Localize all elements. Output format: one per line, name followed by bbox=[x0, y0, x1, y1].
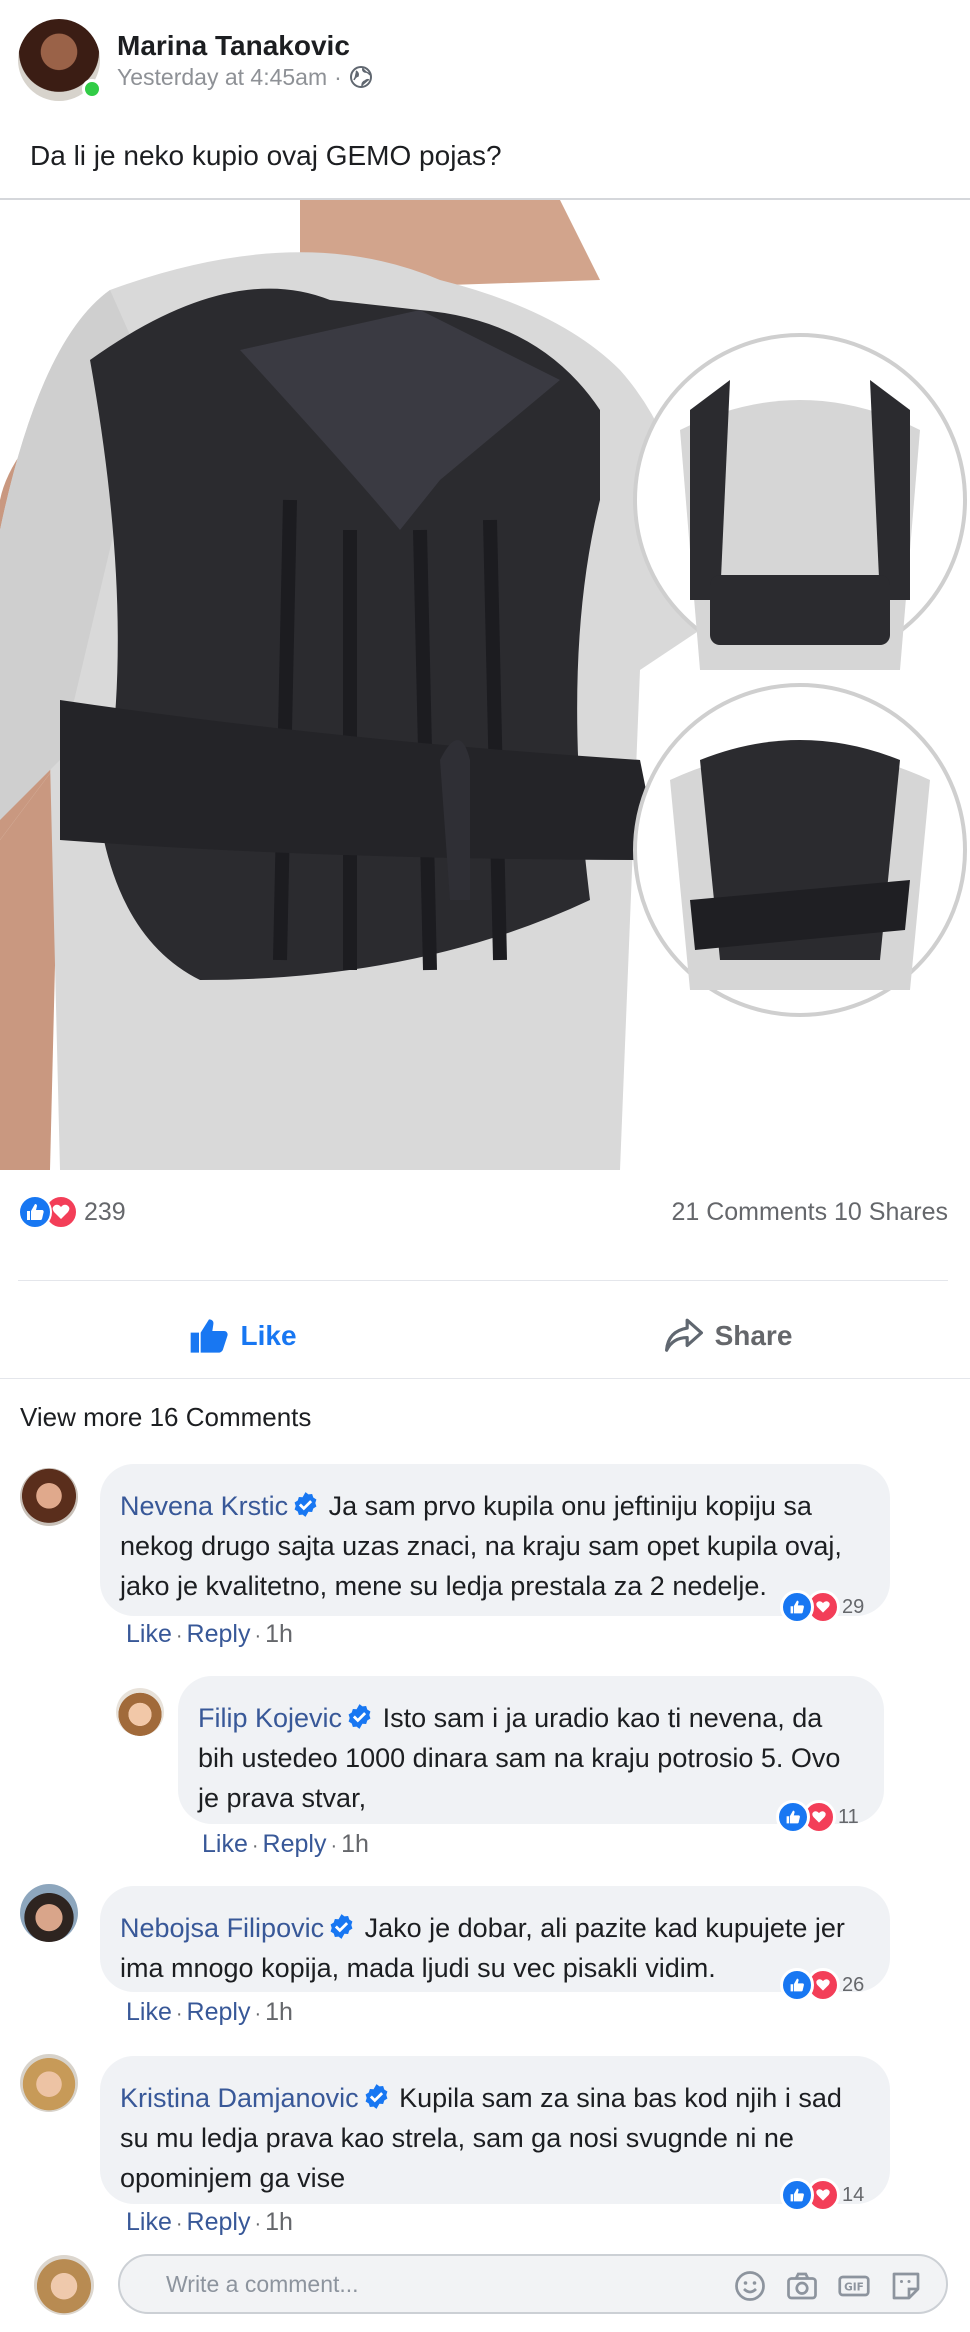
svg-text:GIF: GIF bbox=[844, 2282, 864, 2294]
verified-badge-icon bbox=[330, 1914, 353, 1939]
write-comment-row: Write a comment... GIF bbox=[34, 2254, 954, 2316]
post-image[interactable] bbox=[0, 200, 970, 1170]
commenter-name[interactable]: Kristina Damjanovic bbox=[120, 2083, 359, 2113]
comment-like-link[interactable]: Like bbox=[126, 1620, 172, 1648]
commenter-name[interactable]: Filip Kojevic bbox=[198, 1703, 342, 1733]
comment-like-link[interactable]: Like bbox=[126, 1998, 172, 2026]
share-arrow-icon bbox=[664, 1318, 703, 1352]
comment-bubble: Nebojsa Filipovic Jako je dobar, ali paz… bbox=[100, 1886, 890, 1992]
share-button[interactable]: Share bbox=[485, 1300, 970, 1372]
verified-badge-icon bbox=[348, 1704, 371, 1729]
like-reaction-icon bbox=[18, 1195, 52, 1229]
comments-shares-count[interactable]: 21 Comments 10 Shares bbox=[671, 1198, 948, 1227]
commenter-avatar[interactable] bbox=[20, 1468, 78, 1526]
comment-actions: Like · Reply · 1h bbox=[126, 1998, 293, 2026]
emoji-icon[interactable] bbox=[732, 2268, 768, 2304]
comment-input[interactable]: Write a comment... GIF bbox=[118, 2254, 948, 2314]
comment-reply-link[interactable]: Reply bbox=[187, 1998, 251, 2026]
comment-reply-link[interactable]: Reply bbox=[263, 1830, 327, 1858]
like-reaction-icon bbox=[780, 1968, 814, 2002]
author-avatar[interactable] bbox=[18, 19, 102, 101]
commenter-avatar[interactable] bbox=[20, 2054, 78, 2112]
comment-actions: Like · Reply · 1h bbox=[126, 2208, 293, 2236]
like-reaction-icon bbox=[780, 1590, 814, 1624]
comment-reaction-count: 11 bbox=[838, 1805, 859, 1828]
comment-input-placeholder: Write a comment... bbox=[166, 2270, 359, 2297]
comment-reactions[interactable]: 26 bbox=[780, 1968, 864, 2002]
current-user-avatar[interactable] bbox=[34, 2255, 94, 2315]
comment-like-link[interactable]: Like bbox=[202, 1830, 248, 1858]
meta-separator: · bbox=[334, 64, 342, 90]
reaction-count: 239 bbox=[84, 1197, 126, 1226]
commenter-avatar[interactable] bbox=[20, 1884, 78, 1942]
like-reaction-icon bbox=[776, 1800, 810, 1834]
comment-reaction-count: 26 bbox=[842, 1973, 865, 1996]
thumbs-up-icon bbox=[191, 1319, 229, 1353]
like-button-label: Like bbox=[240, 1320, 297, 1351]
verified-badge-icon bbox=[294, 1492, 317, 1517]
comment-reactions[interactable]: 29 bbox=[780, 1590, 864, 1624]
comment-reactions[interactable]: 11 bbox=[776, 1800, 859, 1834]
sticker-icon[interactable] bbox=[888, 2268, 924, 2304]
comment-time[interactable]: 1h bbox=[341, 1830, 369, 1858]
gif-icon[interactable]: GIF bbox=[836, 2268, 872, 2304]
comment-like-link[interactable]: Like bbox=[126, 2208, 172, 2236]
comment-actions: Like · Reply · 1h bbox=[126, 1620, 293, 1648]
comment-time[interactable]: 1h bbox=[265, 2208, 293, 2236]
comment-time[interactable]: 1h bbox=[265, 1998, 293, 2026]
commenter-avatar[interactable] bbox=[116, 1688, 164, 1736]
comment-bubble: Nevena Krstic Ja sam prvo kupila onu jef… bbox=[100, 1464, 890, 1616]
comment-time[interactable]: 1h bbox=[265, 1620, 293, 1648]
reaction-summary-bar: 239 21 Comments 10 Shares bbox=[18, 1192, 948, 1232]
comment-actions: Like · Reply · 1h bbox=[202, 1830, 369, 1858]
comment-bubble: Kristina Damjanovic Kupila sam za sina b… bbox=[100, 2056, 890, 2204]
online-status-dot bbox=[82, 79, 102, 99]
post-timestamp[interactable]: Yesterday at 4:45am bbox=[117, 63, 327, 91]
comment-reactions[interactable]: 14 bbox=[780, 2178, 864, 2212]
verified-badge-icon bbox=[365, 2084, 388, 2109]
divider bbox=[18, 1280, 948, 1281]
camera-icon[interactable] bbox=[784, 2268, 820, 2304]
divider bbox=[0, 1378, 970, 1379]
comment-reply-link[interactable]: Reply bbox=[187, 2208, 251, 2236]
view-more-comments-link[interactable]: View more 16 Comments bbox=[20, 1402, 311, 1433]
reactions-summary[interactable]: 239 bbox=[18, 1195, 126, 1229]
share-button-label: Share bbox=[714, 1320, 793, 1351]
author-name[interactable]: Marina Tanakovic bbox=[117, 29, 373, 63]
globe-icon[interactable] bbox=[349, 65, 373, 89]
comment-reaction-count: 14 bbox=[842, 2183, 865, 2206]
commenter-name[interactable]: Nebojsa Filipovic bbox=[120, 1913, 324, 1943]
comment-reaction-count: 29 bbox=[842, 1595, 865, 1618]
commenter-name[interactable]: Nevena Krstic bbox=[120, 1491, 288, 1521]
like-reaction-icon bbox=[780, 2178, 814, 2212]
post-header: Marina Tanakovic Yesterday at 4:45am · bbox=[18, 18, 373, 102]
post-text: Da li je neko kupio ovaj GEMO pojas? bbox=[30, 140, 502, 171]
post-action-bar: Like Share bbox=[0, 1300, 970, 1372]
like-button[interactable]: Like bbox=[0, 1300, 485, 1372]
comment-reply-link[interactable]: Reply bbox=[187, 1620, 251, 1648]
